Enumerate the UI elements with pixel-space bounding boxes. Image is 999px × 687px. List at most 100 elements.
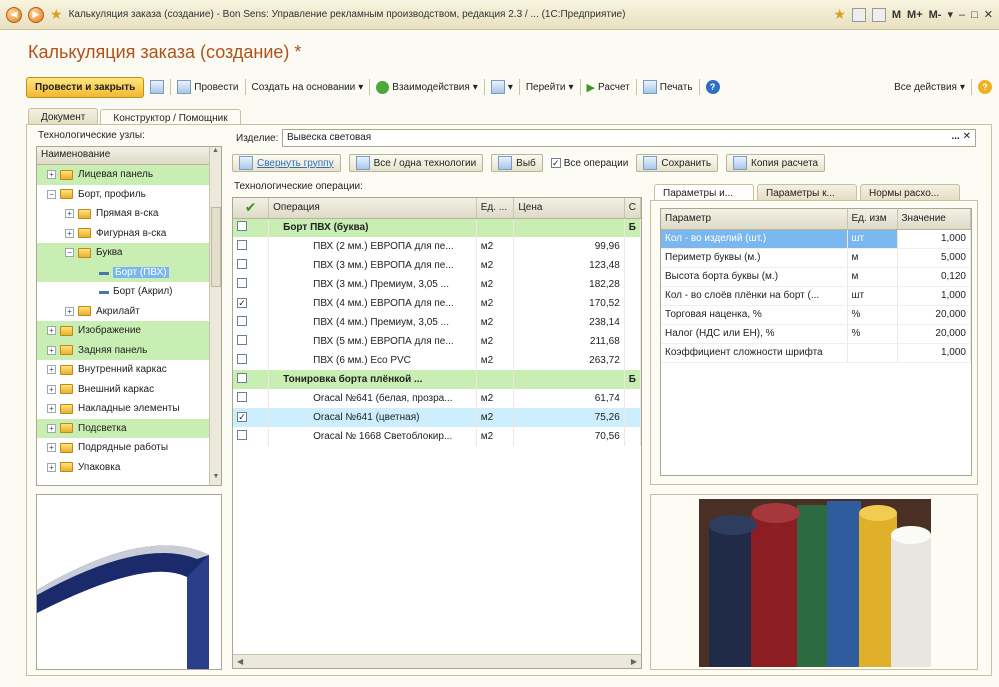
check-all-icon[interactable]: ✔ bbox=[233, 198, 270, 219]
col-parameter[interactable]: Параметр bbox=[661, 209, 848, 230]
row-checkbox[interactable] bbox=[233, 256, 270, 275]
help-icon[interactable]: ? bbox=[705, 80, 720, 94]
param-row[interactable]: Торговая наценка, %% 20,000 bbox=[661, 305, 971, 325]
ops-group-row[interactable]: Тонировка борта плёнкой ... Б bbox=[233, 370, 641, 389]
param-row[interactable]: Коэффициент сложности шрифта 1,000 bbox=[661, 343, 971, 363]
param-value[interactable]: 20,000 bbox=[897, 324, 971, 344]
tree-item[interactable]: + Накладные элементы bbox=[37, 399, 221, 419]
col-value[interactable]: Значение bbox=[897, 209, 971, 230]
tree-item-selected[interactable]: ▬ Борт (ПВХ) bbox=[37, 262, 221, 282]
expand-icon[interactable]: + bbox=[47, 423, 56, 433]
tree-item[interactable]: + Изображение bbox=[37, 321, 221, 341]
checkbox[interactable] bbox=[237, 221, 247, 232]
save-icon[interactable] bbox=[150, 80, 165, 94]
tree-item[interactable]: + Внутренний каркас bbox=[37, 360, 221, 380]
calculate-button[interactable]: ▶ Расчет bbox=[587, 81, 630, 94]
memory-minus-button[interactable]: M- bbox=[929, 9, 942, 21]
all-ops-checkbox[interactable]: ✓ Все операции bbox=[550, 158, 628, 169]
row-checkbox[interactable] bbox=[233, 218, 270, 237]
post-button[interactable]: Провести bbox=[177, 80, 239, 94]
favorite-star-icon[interactable]: ★ bbox=[50, 6, 63, 23]
checkbox[interactable] bbox=[237, 278, 247, 288]
interactions-button[interactable]: Взаимодействия ▾ bbox=[376, 80, 478, 94]
tree-header[interactable]: Наименование ▲ bbox=[37, 147, 221, 165]
tree-item[interactable]: + Лицевая панель bbox=[37, 165, 221, 185]
expand-icon[interactable]: + bbox=[47, 326, 56, 336]
choose-button[interactable]: Выб bbox=[491, 154, 543, 172]
create-based-button[interactable]: Создать на основании ▾ bbox=[252, 82, 364, 93]
checkbox[interactable] bbox=[237, 316, 247, 326]
collapse-group-button[interactable]: Свернуть группу bbox=[232, 154, 341, 172]
all-one-tech-button[interactable]: Все / одна технологии bbox=[348, 154, 484, 172]
ops-row[interactable]: ✓ ПВХ (4 мм.) ЕВРОПА для пе... м2 170,52 bbox=[233, 294, 641, 313]
col-param-unit[interactable]: Ед. изм bbox=[847, 209, 898, 230]
ops-row[interactable]: ПВХ (3 мм.) Премиум, 3,05 ... м2 182,28 bbox=[233, 275, 641, 294]
param-value[interactable]: 1,000 bbox=[897, 229, 971, 249]
checkbox[interactable] bbox=[237, 335, 247, 345]
scroll-left-icon[interactable]: ◀ bbox=[237, 657, 243, 666]
expand-icon[interactable]: + bbox=[47, 384, 56, 394]
ops-row[interactable]: ПВХ (5 мм.) ЕВРОПА для пе... м2 211,68 bbox=[233, 332, 641, 351]
tree-item[interactable]: + Подрядные работы bbox=[37, 438, 221, 458]
checkbox-checked[interactable]: ✓ bbox=[237, 298, 247, 308]
col-price[interactable]: Цена bbox=[513, 198, 625, 219]
ops-row[interactable]: ✓ Oracal №641 (цветная) м2 75,26 bbox=[233, 408, 641, 427]
col-operation[interactable]: Операция bbox=[268, 198, 477, 219]
ops-row[interactable]: Oracal №641 (белая, прозра... м2 61,74 bbox=[233, 389, 641, 408]
ops-row[interactable]: ПВХ (3 мм.) ЕВРОПА для пе... м2 123,48 bbox=[233, 256, 641, 275]
checkbox[interactable] bbox=[237, 430, 247, 440]
row-checkbox[interactable] bbox=[233, 275, 270, 294]
dropdown-arrow-icon[interactable]: ▾ bbox=[947, 8, 953, 21]
clear-icon[interactable]: ✕ bbox=[963, 131, 971, 142]
checkbox[interactable] bbox=[237, 373, 247, 383]
expand-icon[interactable]: + bbox=[47, 462, 56, 472]
form-help-icon[interactable]: ? bbox=[978, 80, 992, 94]
row-checkbox[interactable] bbox=[233, 427, 270, 446]
expand-icon[interactable]: + bbox=[47, 170, 56, 180]
tree-item[interactable]: + Упаковка bbox=[37, 458, 221, 478]
scroll-right-icon[interactable]: ▶ bbox=[631, 657, 637, 666]
checkbox-checked[interactable]: ✓ bbox=[550, 158, 561, 168]
tree-scrollbar[interactable]: ▲ ▼ bbox=[209, 147, 221, 485]
param-row[interactable]: Кол - во слоёв плёнки на борт (... шт 1,00… bbox=[661, 286, 971, 306]
tree-item[interactable]: + Прямая в-ска bbox=[37, 204, 221, 224]
expand-icon[interactable]: + bbox=[65, 228, 74, 238]
ops-row[interactable]: Oracal № 1668 Светоблокир... м2 70,56 bbox=[233, 427, 641, 446]
expand-icon[interactable]: + bbox=[65, 209, 74, 219]
checkbox[interactable] bbox=[237, 259, 247, 269]
param-value[interactable]: 20,000 bbox=[897, 305, 971, 325]
ops-row[interactable]: ПВХ (2 мм.) ЕВРОПА для пе... м2 99,96 bbox=[233, 237, 641, 256]
memory-m-button[interactable]: M bbox=[892, 9, 901, 21]
post-and-close-button[interactable]: Провести и закрыть bbox=[26, 76, 145, 98]
row-checkbox[interactable]: ✓ bbox=[233, 408, 270, 427]
close-icon[interactable]: ✕ bbox=[984, 8, 993, 21]
select-button[interactable]: ... bbox=[951, 131, 959, 142]
expand-icon[interactable]: + bbox=[47, 404, 56, 414]
row-checkbox[interactable] bbox=[233, 389, 270, 408]
forward-icon[interactable]: ▶ bbox=[28, 6, 44, 23]
expand-icon[interactable]: + bbox=[47, 365, 56, 375]
col-unit[interactable]: Ед. ... bbox=[476, 198, 515, 219]
param-row[interactable]: Кол - во изделий (шт.) шт 1,000 bbox=[661, 229, 971, 249]
tree-item[interactable]: + Акрилайт bbox=[37, 302, 221, 322]
tree-item[interactable]: − Борт, профиль bbox=[37, 185, 221, 205]
scroll-down-icon[interactable]: ▼ bbox=[210, 473, 221, 485]
param-row[interactable]: Периметр буквы (м.) м 5,000 bbox=[661, 248, 971, 268]
calendar-icon[interactable] bbox=[871, 7, 886, 22]
tree-item[interactable]: + Задняя панель bbox=[37, 340, 221, 360]
row-checkbox[interactable]: ✓ bbox=[233, 294, 270, 313]
param-row[interactable]: Высота борта буквы (м.) м 0,120 bbox=[661, 267, 971, 287]
tree-item[interactable]: + Подсветка bbox=[37, 418, 221, 438]
scroll-thumb[interactable] bbox=[211, 207, 221, 287]
row-checkbox[interactable] bbox=[233, 332, 270, 351]
expand-icon[interactable]: + bbox=[65, 306, 74, 316]
checkbox[interactable] bbox=[237, 240, 247, 250]
param-row[interactable]: Налог (НДС или ЕН), %% 20,000 bbox=[661, 324, 971, 344]
tree-item[interactable]: ▬ Борт (Акрил) bbox=[37, 282, 221, 302]
param-value[interactable]: 0,120 bbox=[897, 267, 971, 287]
col-c[interactable]: С bbox=[624, 198, 641, 219]
memory-plus-button[interactable]: M+ bbox=[907, 9, 923, 21]
param-value[interactable]: 1,000 bbox=[897, 343, 971, 363]
product-field[interactable]: Вывеска световая ... ✕ bbox=[282, 129, 976, 147]
tree-item[interactable]: + Фигурная в-ска bbox=[37, 224, 221, 244]
